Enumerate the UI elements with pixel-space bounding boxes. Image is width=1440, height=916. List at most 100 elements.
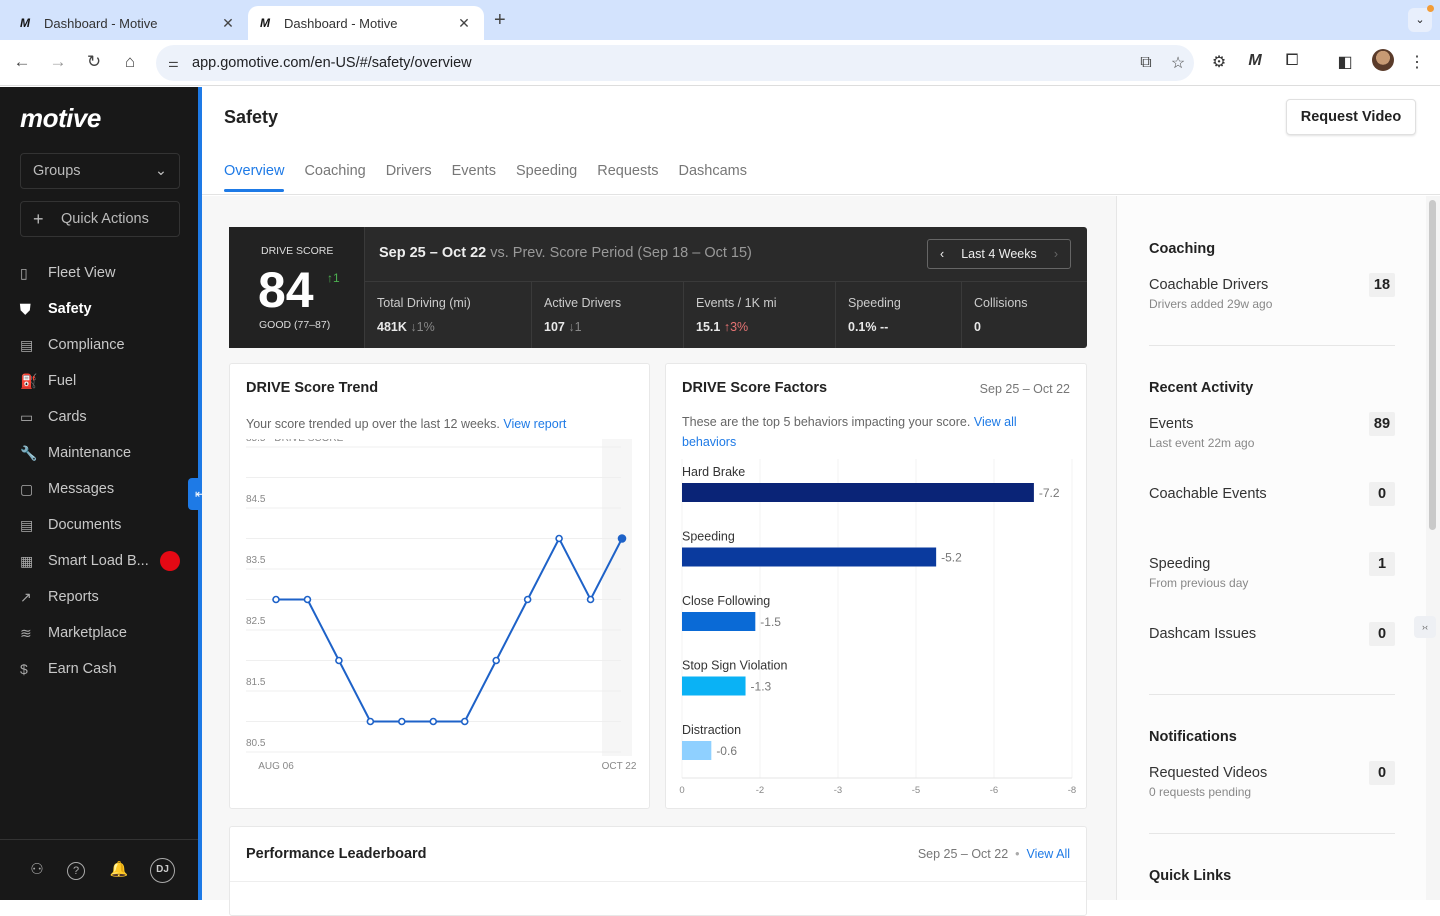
motive-logo[interactable]: motive (20, 103, 101, 134)
bar-category-label: Hard Brake (682, 465, 745, 479)
address-bar[interactable]: ⚌ app.gomotive.com/en-US/#/safety/overvi… (156, 45, 1194, 81)
back-icon[interactable]: ← (11, 52, 33, 72)
section-title-quick-links: Quick Links (1149, 868, 1232, 884)
reports-chart-icon: ↗ (20, 588, 32, 605)
motive-favicon-icon: M (260, 16, 270, 30)
tab-search-button[interactable]: ⌄ (1408, 5, 1434, 32)
wrench-icon: 🔧 (20, 444, 38, 461)
description-text: Your score trended up over the last 12 w… (246, 417, 500, 431)
sidebar-item-safety[interactable]: ⛊ Safety (20, 291, 190, 327)
card-title: DRIVE Score Factors (682, 380, 828, 396)
profile-avatar[interactable] (1372, 49, 1394, 71)
view-report-link[interactable]: View report (503, 417, 566, 431)
tab-speeding[interactable]: Speeding (516, 163, 577, 189)
browser-tab[interactable]: M Dashboard - Motive ✕ (8, 6, 248, 40)
divider (1149, 833, 1395, 834)
extensions-puzzle-icon[interactable]: ⧠ (1281, 52, 1303, 70)
factor-bar (682, 741, 712, 760)
chevron-down-icon: ⌄ (1415, 14, 1425, 26)
panel-toggle-icon[interactable]: ›‹ (1414, 616, 1436, 638)
sidebar-item-reports[interactable]: ↗ Reports (20, 579, 190, 615)
metric-speeding: Speeding 0.1% -- (835, 282, 961, 348)
y-tick-label: 84.5 (246, 494, 266, 505)
side-panel-icon[interactable]: ◧ (1334, 52, 1356, 72)
chevron-left-icon[interactable]: ‹ (940, 247, 944, 261)
speeding-item[interactable]: Speeding From previous day 1 (1149, 552, 1395, 590)
bookmark-star-icon[interactable]: ☆ (1162, 53, 1194, 73)
sidebar-item-label: Reports (48, 589, 99, 605)
sidebar-item-messages[interactable]: ▢ Messages (20, 471, 190, 507)
user-settings-icon[interactable]: ⚇ (26, 860, 48, 878)
url-text[interactable]: app.gomotive.com/en-US/#/safety/overview (192, 55, 1130, 71)
update-dot (1427, 5, 1434, 12)
metric-active-drivers: Active Drivers 107 ↓1 (531, 282, 683, 348)
metric-total-driving: Total Driving (mi) 481K ↓1% (365, 282, 531, 348)
tab-drivers[interactable]: Drivers (386, 163, 432, 189)
sidebar-item-smart-load-board[interactable]: ▦ Smart Load B... (20, 543, 190, 579)
sidebar-item-cards[interactable]: ▭ Cards (20, 399, 190, 435)
card-date-range: Sep 25 – Oct 22 (917, 847, 1009, 861)
y-tick-label: 82.5 (246, 616, 266, 627)
browser-tab-active[interactable]: M Dashboard - Motive ✕ (248, 6, 484, 40)
open-in-app-icon[interactable]: ⧉ (1130, 54, 1162, 72)
sidebar-item-earn-cash[interactable]: $ Earn Cash (20, 651, 190, 687)
date-range-label: Last 4 Weeks (961, 247, 1037, 261)
drive-score-delta: ↑1 (327, 271, 340, 285)
close-tab-icon[interactable]: ✕ (220, 15, 236, 32)
tab-coaching[interactable]: Coaching (304, 163, 365, 189)
date-range-selector[interactable]: ‹ Last 4 Weeks › (927, 239, 1071, 269)
item-subtitle: Drivers added 29w ago (1149, 297, 1273, 311)
item-name: Events (1149, 416, 1194, 432)
bar-category-label: Speeding (682, 530, 735, 544)
chevron-right-icon[interactable]: › (1054, 247, 1058, 261)
extension-gear-icon[interactable]: ⚙ (1208, 52, 1230, 72)
forward-icon[interactable]: → (47, 52, 69, 72)
tab-dashcams[interactable]: Dashcams (679, 163, 748, 189)
tab-overview[interactable]: Overview (224, 163, 285, 192)
page-tabs: Overview Coaching Drivers Events Speedin… (224, 163, 748, 192)
drive-score-label: DRIVE SCORE (261, 245, 334, 257)
sidebar-item-label: Safety (48, 301, 92, 317)
scrollbar-thumb[interactable] (1429, 200, 1436, 530)
sidebar-item-marketplace[interactable]: ≋ Marketplace (20, 615, 190, 651)
bell-icon[interactable]: 🔔 (108, 860, 130, 878)
user-avatar[interactable]: DJ (150, 858, 175, 883)
divider (230, 881, 1086, 882)
requested-videos-item[interactable]: Requested Videos 0 requests pending 0 (1149, 761, 1395, 799)
coachable-events-item[interactable]: Coachable Events 0 (1149, 482, 1395, 506)
browser-menu-icon[interactable]: ⋮ (1406, 52, 1428, 72)
bar-category-label: Close Following (682, 594, 770, 608)
x-tick-label: -8 (1068, 785, 1076, 796)
section-title-recent-activity: Recent Activity (1149, 380, 1254, 396)
new-tab-button[interactable]: + (494, 9, 506, 32)
sidebar-item-compliance[interactable]: ▤ Compliance (20, 327, 190, 363)
motive-extension-icon[interactable]: M (1244, 52, 1266, 70)
sidebar-item-documents[interactable]: ▤ Documents (20, 507, 190, 543)
request-video-button[interactable]: Request Video (1286, 99, 1416, 135)
quick-actions-button[interactable]: + Quick Actions (20, 201, 180, 237)
metric-value: 107 (544, 320, 565, 334)
close-tab-icon[interactable]: ✕ (456, 15, 472, 32)
item-count: 0 (1369, 622, 1395, 646)
groups-dropdown[interactable]: Groups ⌄ (20, 153, 180, 189)
tab-requests[interactable]: Requests (597, 163, 658, 189)
sidebar-item-fleet-view[interactable]: ▯ Fleet View (20, 255, 190, 291)
home-icon[interactable]: ⌂ (119, 52, 141, 72)
site-info-icon[interactable]: ⚌ (168, 56, 192, 70)
trend-line-chart: 80.5 81.5 82.5 83.5 84.5 85.5 - DRIVE SCORE AU… (246, 439, 637, 772)
browser-tabstrip: M Dashboard - Motive ✕ M Dashboard - Mot… (0, 0, 1440, 40)
help-icon[interactable]: ? (67, 862, 85, 880)
right-panel-scrollbar[interactable] (1426, 196, 1440, 900)
sidebar-item-fuel[interactable]: ⛽ Fuel (20, 363, 190, 399)
events-item[interactable]: Events Last event 22m ago 89 (1149, 412, 1395, 450)
dashcam-issues-item[interactable]: Dashcam Issues 0 (1149, 622, 1395, 646)
reload-icon[interactable]: ↻ (83, 52, 105, 72)
x-tick-label: -6 (990, 785, 998, 796)
coachable-drivers-item[interactable]: Coachable Drivers Drivers added 29w ago … (1149, 273, 1395, 311)
drive-score-factors-card: DRIVE Score Factors Sep 25 – Oct 22 Thes… (665, 363, 1087, 809)
shield-icon: ⛊ (20, 300, 31, 317)
view-all-link[interactable]: View All (1026, 847, 1070, 861)
sidebar-item-maintenance[interactable]: 🔧 Maintenance (20, 435, 190, 471)
item-count: 18 (1369, 273, 1395, 297)
tab-events[interactable]: Events (452, 163, 496, 189)
